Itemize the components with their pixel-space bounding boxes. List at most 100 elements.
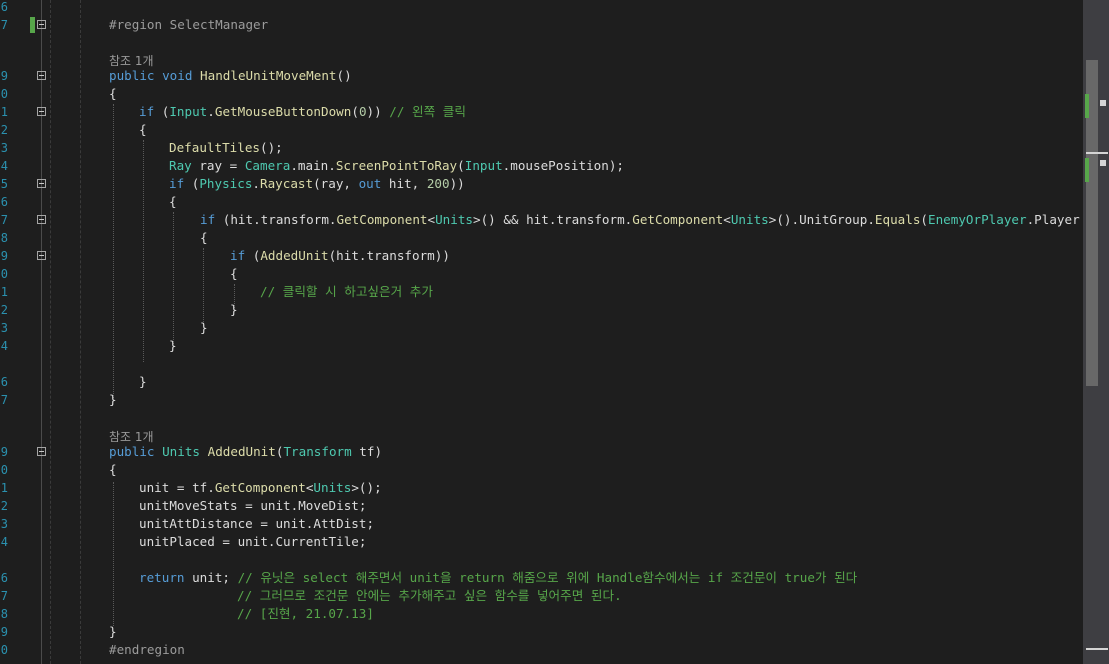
code-line[interactable]: 9 public void HandleUnitMoveMent() xyxy=(0,67,1083,85)
line-number: 0 xyxy=(0,267,8,281)
collapse-icon[interactable] xyxy=(37,71,46,80)
code-comment: // [진현, 21.07.13] xyxy=(237,606,374,621)
line-number: 7 xyxy=(0,393,8,407)
code-text: } xyxy=(200,320,208,335)
line-number: 9 xyxy=(0,625,8,639)
code-text: } xyxy=(109,392,117,407)
code-text: { xyxy=(230,266,238,281)
code-line[interactable]: 7 #region SelectManager xyxy=(0,16,1083,34)
code-text: DefaultTiles(); xyxy=(169,140,283,155)
code-text: { xyxy=(169,194,177,209)
code-text: if (Physics.Raycast(ray, out hit, 200)) xyxy=(169,176,465,191)
line-number: 3 xyxy=(0,141,8,155)
code-line[interactable]: 0 { xyxy=(0,461,1083,479)
method-declaration: public Units AddedUnit(Transform tf) xyxy=(109,444,383,459)
code-line[interactable]: 0 { xyxy=(0,265,1083,283)
collapse-icon[interactable] xyxy=(37,179,46,188)
code-line[interactable]: 4 unitPlaced = unit.CurrentTile; xyxy=(0,533,1083,551)
line-number: 7 xyxy=(0,18,8,32)
code-line[interactable]: 1 // 클릭할 시 하고싶은거 추가 xyxy=(0,283,1083,301)
scrollbar-end-marker xyxy=(1086,648,1108,650)
line-number: 4 xyxy=(0,535,8,549)
collapse-icon[interactable] xyxy=(37,251,46,260)
code-text: unit = tf.GetComponent<Units>(); xyxy=(139,480,382,495)
code-line[interactable]: 6 return unit; // 유닛은 select 해주면서 unit을 … xyxy=(0,569,1083,587)
code-text: return unit; // 유닛은 select 해주면서 unit을 re… xyxy=(139,570,858,585)
code-text: Ray ray = Camera.main.ScreenPointToRay(I… xyxy=(169,158,624,173)
collapse-icon[interactable] xyxy=(37,215,46,224)
code-text: { xyxy=(109,86,117,101)
code-line[interactable]: 9 public Units AddedUnit(Transform tf) xyxy=(0,443,1083,461)
line-number: 0 xyxy=(0,463,8,477)
line-number: 3 xyxy=(0,517,8,531)
code-line[interactable]: 3 DefaultTiles(); xyxy=(0,139,1083,157)
change-marker xyxy=(30,17,35,33)
line-number: 6 xyxy=(0,195,8,209)
code-line[interactable]: 2 } xyxy=(0,301,1083,319)
scrollbar-position-marker xyxy=(1100,100,1106,106)
code-text: if (Input.GetMouseButtonDown(0)) // 왼쪽 클… xyxy=(139,104,466,119)
code-line[interactable]: 2 { xyxy=(0,121,1083,139)
line-number: 2 xyxy=(0,123,8,137)
code-line[interactable]: 4 } xyxy=(0,337,1083,355)
code-line[interactable]: 0 { xyxy=(0,85,1083,103)
line-number: 0 xyxy=(0,87,8,101)
code-line[interactable]: 6 { xyxy=(0,193,1083,211)
code-line[interactable]: 0 #endregion xyxy=(0,641,1083,659)
code-line[interactable]: 3 unitAttDistance = unit.AttDist; xyxy=(0,515,1083,533)
line-number: 4 xyxy=(0,339,8,353)
line-number: 7 xyxy=(0,589,8,603)
code-line[interactable]: 9 if (AddedUnit(hit.transform)) xyxy=(0,247,1083,265)
line-number: 6 xyxy=(0,375,8,389)
method-declaration: public void HandleUnitMoveMent() xyxy=(109,68,352,83)
region-directive: #region SelectManager xyxy=(109,17,269,32)
code-line[interactable]: 7 } xyxy=(0,391,1083,409)
code-text: unitMoveStats = unit.MoveDist; xyxy=(139,498,367,513)
collapse-icon[interactable] xyxy=(37,447,46,456)
code-line[interactable]: 8 // [진현, 21.07.13] xyxy=(0,605,1083,623)
line-number: 9 xyxy=(0,445,8,459)
line-number: 1 xyxy=(0,481,8,495)
code-line[interactable]: 7 // 그러므로 조건문 안에는 추가해주고 싶은 함수를 넣어주면 된다. xyxy=(0,587,1083,605)
code-line[interactable]: 1 unit = tf.GetComponent<Units>(); xyxy=(0,479,1083,497)
code-line[interactable]: 8 { xyxy=(0,229,1083,247)
code-text: unitAttDistance = unit.AttDist; xyxy=(139,516,375,531)
code-line[interactable]: 2 unitMoveStats = unit.MoveDist; xyxy=(0,497,1083,515)
code-line[interactable]: 4 Ray ray = Camera.main.ScreenPointToRay… xyxy=(0,157,1083,175)
code-text: if (AddedUnit(hit.transform)) xyxy=(230,248,450,263)
code-text: unitPlaced = unit.CurrentTile; xyxy=(139,534,367,549)
code-line[interactable]: 5 if (Physics.Raycast(ray, out hit, 200)… xyxy=(0,175,1083,193)
code-text: } xyxy=(109,624,117,639)
line-number: 2 xyxy=(0,303,8,317)
code-editor[interactable]: 6 7 #region SelectManager 참조 1개 9 public… xyxy=(0,0,1083,664)
line-number: 8 xyxy=(0,231,8,245)
code-line[interactable]: 6 xyxy=(0,0,1083,16)
line-number: 5 xyxy=(0,177,8,191)
line-number: 8 xyxy=(0,607,8,621)
code-line[interactable]: 3 } xyxy=(0,319,1083,337)
scrollbar-change-marker xyxy=(1085,94,1089,118)
code-line[interactable]: 6 } xyxy=(0,373,1083,391)
code-text: } xyxy=(139,374,147,389)
code-comment: // 클릭할 시 하고싶은거 추가 xyxy=(260,284,433,299)
code-line[interactable]: 9 } xyxy=(0,623,1083,641)
line-number: 0 xyxy=(0,643,8,657)
line-number: 9 xyxy=(0,249,8,263)
line-number: 2 xyxy=(0,499,8,513)
collapse-icon[interactable] xyxy=(37,107,46,116)
scrollbar-caret-marker xyxy=(1086,152,1108,154)
code-text: { xyxy=(200,230,208,245)
line-number: 3 xyxy=(0,321,8,335)
line-number: 6 xyxy=(0,571,8,585)
code-line[interactable]: 1 if (Input.GetMouseButtonDown(0)) // 왼쪽… xyxy=(0,103,1083,121)
code-text: } xyxy=(230,302,238,317)
endregion-directive: #endregion xyxy=(109,642,185,657)
line-number: 1 xyxy=(0,285,8,299)
scrollbar-position-marker xyxy=(1100,160,1106,166)
line-number: 4 xyxy=(0,159,8,173)
collapse-icon[interactable] xyxy=(37,20,46,29)
code-comment: // 그러므로 조건문 안에는 추가해주고 싶은 함수를 넣어주면 된다. xyxy=(237,588,622,603)
line-number: 7 xyxy=(0,213,8,227)
code-line[interactable]: 7 if (hit.transform.GetComponent<Units>(… xyxy=(0,211,1083,229)
line-number: 1 xyxy=(0,105,8,119)
